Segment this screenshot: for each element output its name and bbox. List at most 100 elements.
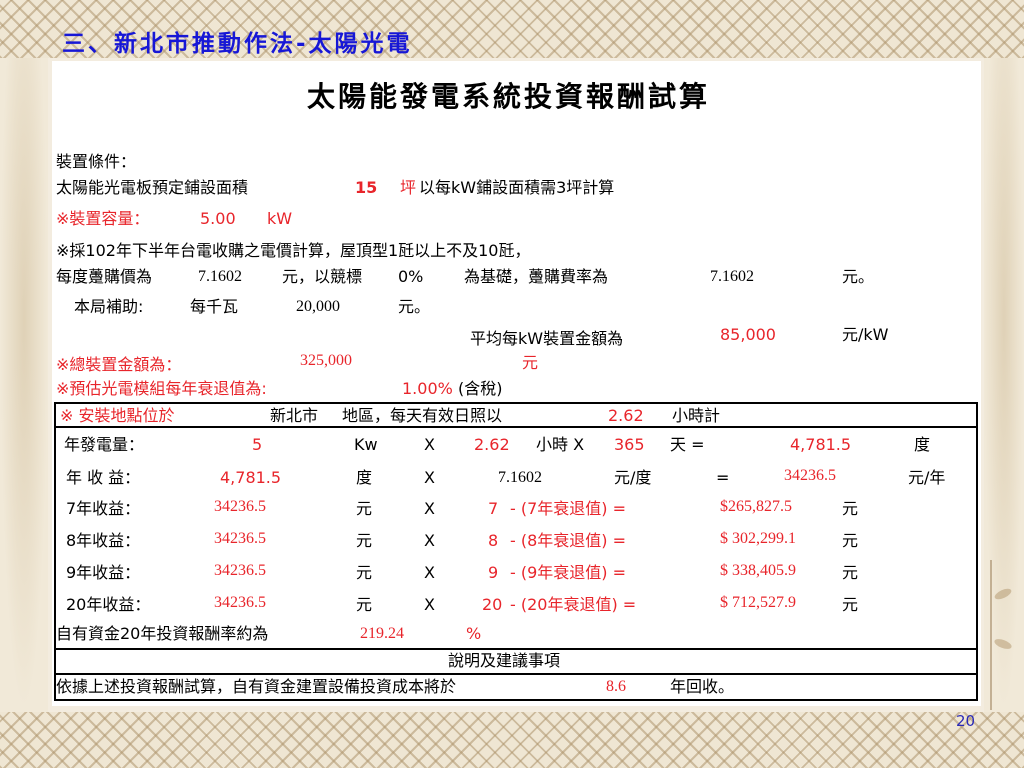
annual-gen-days: 365 xyxy=(614,435,645,454)
payback-label: 依據上述投資報酬試算，自有資金建置設備投資成本將於 xyxy=(56,677,457,696)
income-row-label: 9年收益： xyxy=(66,563,141,582)
annual-gen-result: 4,781.5 xyxy=(790,435,852,454)
total-unit: 元 xyxy=(522,353,539,372)
left-decor xyxy=(0,58,48,712)
income-row-result-unit: 元 xyxy=(842,595,859,614)
total-value: 325,000 xyxy=(300,352,352,369)
income-row-decay: - (9年衰退值) = xyxy=(510,563,627,582)
subsidy-unit: 元。 xyxy=(398,297,431,316)
income-row-years: 9 xyxy=(488,563,499,582)
income-row-result: $ 712,527.9 xyxy=(720,594,796,611)
capacity-unit: kW xyxy=(267,209,293,228)
income-row-decay: - (7年衰退值) = xyxy=(510,499,627,518)
annual-income-eq: = xyxy=(716,468,730,487)
income-row-result-unit: 元 xyxy=(842,563,859,582)
table-row-divider xyxy=(54,426,978,428)
payback-unit: 年回收。 xyxy=(670,677,735,696)
income-row-result-unit: 元 xyxy=(842,499,859,518)
roi-label: 自有資金20年投資報酬率約為 xyxy=(56,624,269,643)
annual-income-label: 年 收 益： xyxy=(66,468,141,487)
annual-gen-result-unit: 度 xyxy=(914,435,931,454)
income-row-unit: 元 xyxy=(356,499,373,518)
income-row-years: 20 xyxy=(482,595,503,614)
area-note: 以每kW鋪設面積需3坪計算 xyxy=(419,178,615,197)
annual-income-result: 34236.5 xyxy=(784,467,836,484)
income-row-value: 34236.5 xyxy=(214,562,266,579)
annual-income-rate-unit: 元/度 xyxy=(614,468,652,487)
table-border-left xyxy=(54,402,56,701)
income-row-decay: - (8年衰退值) = xyxy=(510,531,627,550)
annual-gen-hours-unit: 小時 X xyxy=(536,435,585,454)
income-row-result-unit: 元 xyxy=(842,531,859,550)
area-value: 15 xyxy=(355,178,378,197)
income-row-years: 7 xyxy=(488,499,499,518)
decay-note: (含稅) xyxy=(458,379,503,398)
price-percent: 0% xyxy=(398,267,424,286)
notes-header: 說明及建議事項 xyxy=(448,651,561,670)
price-rate: 7.1602 xyxy=(710,268,754,285)
price-unit: 元。 xyxy=(842,267,875,286)
price-text2: 為基礎，躉購費率為 xyxy=(464,267,609,286)
subsidy-per: 每千瓦 xyxy=(190,297,239,316)
income-row-value: 34236.5 xyxy=(214,594,266,611)
income-row-value: 34236.5 xyxy=(214,530,266,547)
income-row-result: $265,827.5 xyxy=(720,498,792,515)
annual-gen-hours: 2.62 xyxy=(474,435,510,454)
price-value: 7.1602 xyxy=(198,268,242,285)
roi-value: 219.24 xyxy=(360,625,404,642)
annual-gen-days-unit: 天 = xyxy=(670,435,705,454)
price-line1: ※採102年下半年台電收購之電價計算，屋頂型1瓩以上不及10瓩， xyxy=(56,241,531,260)
income-row-unit: 元 xyxy=(356,531,373,550)
income-row-label: 20年收益： xyxy=(66,595,151,614)
location-hours: 2.62 xyxy=(608,406,644,425)
avg-value: 85,000 xyxy=(720,325,776,344)
capacity-label: ※裝置容量： xyxy=(56,209,150,228)
table-border-right xyxy=(976,402,978,701)
income-row-x: X xyxy=(424,563,435,582)
income-row-decay: - (20年衰退值) = xyxy=(510,595,637,614)
table-row-divider xyxy=(54,648,978,650)
annual-income-x: X xyxy=(424,468,435,487)
income-row-unit: 元 xyxy=(356,563,373,582)
payback-value: 8.6 xyxy=(606,678,626,695)
subsidy-label: 本局補助: xyxy=(74,297,144,316)
income-row-x: X xyxy=(424,499,435,518)
annual-income-kwh-unit: 度 xyxy=(356,468,373,487)
subsidy-value: 20,000 xyxy=(296,298,340,315)
annual-gen-kw: 5 xyxy=(252,435,263,454)
decay-value: 1.00% xyxy=(402,379,453,398)
annual-gen-label: 年發電量： xyxy=(64,435,145,454)
bottom-decor-band xyxy=(0,712,1024,768)
area-label: 太陽能光電板預定鋪設面積 xyxy=(56,178,249,197)
total-label: ※總裝置金額為： xyxy=(56,355,182,374)
doc-title: 太陽能發電系統投資報酬試算 xyxy=(307,80,711,113)
capacity-value: 5.00 xyxy=(200,209,236,228)
plant-decor-icon xyxy=(990,560,1022,710)
table-border-bottom xyxy=(54,699,978,701)
roi-unit: % xyxy=(466,624,482,643)
location-label: ※ 安裝地點位於 xyxy=(60,406,175,425)
annual-gen-kw-unit: Kw xyxy=(354,435,378,454)
income-row-x: X xyxy=(424,531,435,550)
avg-label: 平均每kW裝置金額為 xyxy=(470,329,624,348)
income-row-result: $ 338,405.9 xyxy=(720,562,796,579)
income-row-result: $ 302,299.1 xyxy=(720,530,796,547)
conditions-label: 裝置條件： xyxy=(56,152,137,171)
page-number: 20 xyxy=(956,712,976,730)
income-row-years: 8 xyxy=(488,531,499,550)
annual-income-kwh: 4,781.5 xyxy=(220,468,282,487)
annual-income-result-unit: 元/年 xyxy=(908,468,946,487)
price-label: 每度躉購價為 xyxy=(56,267,153,286)
area-unit: 坪 xyxy=(400,178,417,197)
income-row-label: 8年收益： xyxy=(66,531,141,550)
table-row-divider xyxy=(54,673,978,675)
location-unit: 小時計 xyxy=(672,406,721,425)
table-border-top xyxy=(54,402,978,404)
location-text: 地區，每天有效日照以 xyxy=(342,406,503,425)
annual-income-rate: 7.1602 xyxy=(498,469,542,486)
avg-unit: 元/kW xyxy=(842,325,889,344)
decay-label: ※預估光電模組每年衰退值為: xyxy=(56,379,267,398)
roi-table-image: 太陽能發電系統投資報酬試算 裝置條件： 太陽能光電板預定鋪設面積 15 坪 以每… xyxy=(52,61,981,706)
income-row-value: 34236.5 xyxy=(214,498,266,515)
income-row-x: X xyxy=(424,595,435,614)
